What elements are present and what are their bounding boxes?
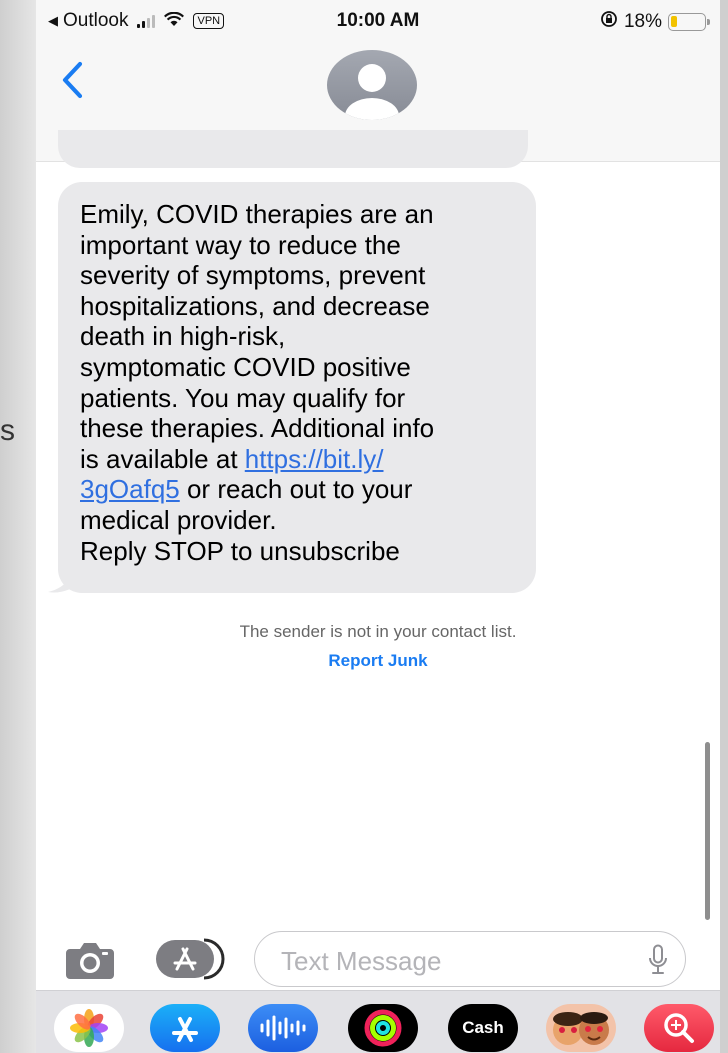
rotation-lock-icon — [600, 10, 618, 33]
background-fragment: s — [0, 414, 15, 447]
report-junk-link[interactable]: Report Junk — [36, 651, 720, 671]
apps-button[interactable] — [154, 938, 228, 980]
contact-avatar[interactable] — [327, 50, 417, 120]
text-message-input[interactable]: Text Message — [254, 931, 686, 987]
battery-percent: 18% — [623, 10, 662, 32]
status-bar: ◀ Outlook VPN 10:00 AM 18% — [36, 0, 720, 40]
message-link-line2[interactable]: 3gOafq5 — [80, 474, 180, 504]
back-chevron-icon[interactable] — [56, 58, 90, 102]
memoji-icon[interactable] — [546, 1004, 616, 1052]
scrollbar[interactable] — [705, 742, 710, 920]
unknown-sender-notice: The sender is not in your contact list. — [239, 622, 517, 641]
status-right: 18% — [600, 10, 710, 33]
photos-icon[interactable] — [54, 1004, 124, 1052]
message-input-bar: Text Message — [36, 925, 720, 990]
messages-screen: ◀ Outlook VPN 10:00 AM 18% Emily, COVID … — [36, 0, 720, 1053]
audio-message-icon[interactable] — [248, 1004, 318, 1052]
background-right-edge — [720, 0, 728, 1053]
microphone-icon[interactable] — [647, 944, 669, 976]
message-text: Emily, COVID therapies are an important … — [80, 199, 514, 566]
message-text-part1: Emily, COVID therapies are an important … — [80, 199, 435, 474]
camera-icon[interactable] — [62, 939, 118, 981]
message-link-line1[interactable]: https://bit.ly/ — [245, 444, 384, 474]
app-store-icon[interactable] — [150, 1004, 220, 1052]
battery-icon — [668, 12, 710, 31]
search-images-icon[interactable] — [644, 1004, 714, 1052]
cash-app-label[interactable]: Cash — [462, 1018, 504, 1038]
battery-level-fill — [671, 15, 677, 27]
screenshot-stage: s ◀ Outlook VPN 10:00 AM 18% Emily, COVI… — [0, 0, 728, 1053]
text-message-placeholder[interactable]: Text Message — [281, 946, 441, 977]
message-bubble[interactable]: Emily, COVID therapies are an important … — [58, 182, 536, 593]
app-drawer: Cash — [36, 990, 720, 1053]
cash-app-icon[interactable]: Cash — [448, 1004, 518, 1052]
previous-message-bubble — [58, 130, 528, 168]
background-left-edge: s — [0, 0, 36, 1053]
activity-icon[interactable] — [348, 1004, 418, 1052]
